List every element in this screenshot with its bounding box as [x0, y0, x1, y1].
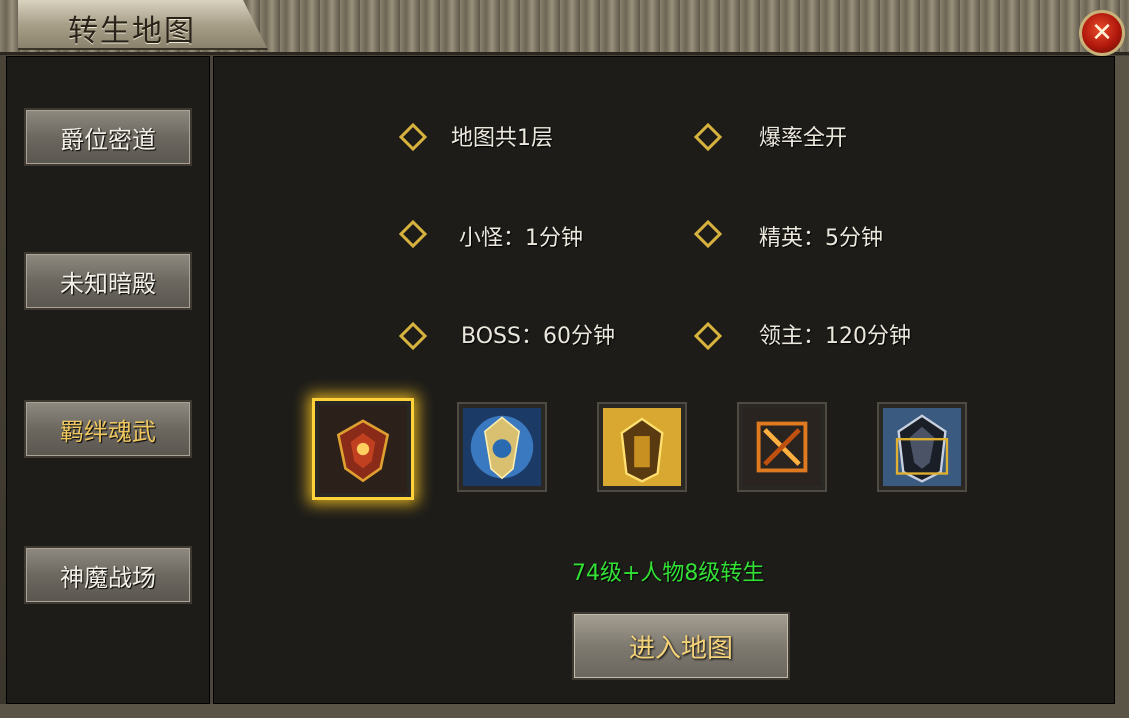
right-border [1115, 56, 1129, 704]
sidebar-item-shenmozhanchang[interactable]: 神魔战场 [24, 546, 192, 604]
boss-respawn-text: BOSS：60分钟 [461, 324, 615, 349]
item-slot-blue-armor[interactable] [457, 402, 547, 492]
minion-respawn-text: 小怪：1分钟 [459, 226, 583, 251]
item-slot-dragon-crest[interactable] [312, 398, 414, 500]
diamond-bullet-icon [398, 321, 428, 351]
map-detail-panel: 地图共1层 爆率全开 小怪：1分钟 精英：5分钟 BOSS：60分钟 领主：12… [213, 56, 1115, 704]
dark-armor-icon [883, 408, 961, 486]
window-title: 转生地图 [68, 14, 196, 49]
drop-rate-text: 爆率全开 [759, 126, 848, 151]
sidebar-item-jibanhunwu[interactable]: 羁绊魂武 [24, 400, 192, 458]
lord-respawn-text: 领主：120分钟 [759, 324, 911, 349]
sidebar-item-weizhianian[interactable]: 未知暗殿 [24, 252, 192, 310]
diamond-bullet-icon [693, 219, 723, 249]
diamond-bullet-icon [693, 321, 723, 351]
map-category-sidebar: 爵位密道 未知暗殿 羁绊魂武 神魔战场 [6, 56, 213, 704]
elite-respawn-text: 精英：5分钟 [759, 226, 883, 251]
floor-count-text: 地图共1层 [451, 126, 553, 151]
sidebar-item-jueweimidao[interactable]: 爵位密道 [24, 108, 192, 166]
diamond-bullet-icon [398, 219, 428, 249]
gold-armor-icon [603, 408, 681, 486]
diamond-bullet-icon [693, 122, 723, 152]
blue-armor-icon [463, 408, 541, 486]
diamond-bullet-icon [398, 122, 428, 152]
close-button[interactable]: ✕ [1079, 10, 1125, 56]
enter-map-button[interactable]: 进入地图 [572, 612, 790, 680]
item-slot-dark-armor[interactable] [877, 402, 967, 492]
fire-rune-icon [743, 408, 821, 486]
bottom-border [0, 704, 1129, 718]
item-slot-fire-rune[interactable] [737, 402, 827, 492]
close-icon: ✕ [1091, 18, 1113, 48]
entry-requirement-text: 74级+人物8级转生 [572, 561, 765, 586]
dragon-crest-icon [319, 405, 407, 493]
item-slot-gold-armor[interactable] [597, 402, 687, 492]
